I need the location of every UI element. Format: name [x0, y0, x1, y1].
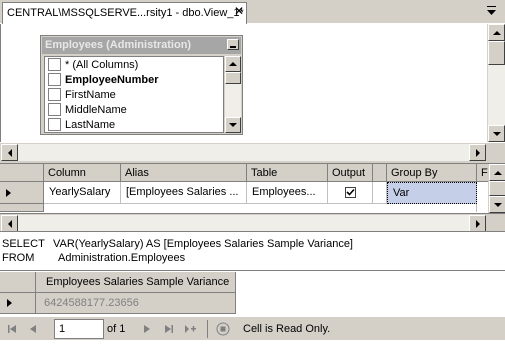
table-column-item[interactable]: LastName	[45, 117, 223, 132]
pane-divider	[0, 270, 505, 271]
minimize-table-button[interactable]	[227, 39, 239, 50]
column-header-output[interactable]: Output	[328, 164, 373, 182]
scroll-right-button[interactable]	[469, 215, 486, 232]
column-header-table[interactable]: Table	[247, 164, 328, 182]
arrow-left-icon	[7, 148, 12, 157]
column-label: FirstName	[65, 88, 116, 101]
results-corner	[0, 272, 36, 293]
scroll-right-button[interactable]	[469, 144, 486, 161]
scroll-thumb[interactable]	[225, 72, 241, 84]
column-list: * (All Columns) EmployeeNumber FirstName Mi…	[45, 57, 223, 132]
last-record-icon[interactable]	[163, 323, 175, 335]
sql-pane[interactable]: SELECT VAR(YearlySalary) AS [Employees S…	[0, 231, 505, 269]
cell-table[interactable]: Employees...	[247, 182, 328, 204]
column-checkbox[interactable]	[48, 73, 61, 86]
scroll-left-button[interactable]	[1, 215, 18, 232]
arrow-down-icon	[493, 202, 502, 207]
row-header-corner	[0, 164, 44, 182]
sql-select-clause: VAR(YearlySalary) AS [Employees Salaries…	[53, 238, 353, 250]
arrow-up-icon	[229, 62, 237, 66]
column-header-column[interactable]: Column	[44, 164, 121, 182]
output-checkbox[interactable]	[345, 187, 356, 198]
tab-dropdown-icon[interactable]	[487, 6, 497, 16]
arrow-right-icon	[475, 148, 480, 157]
separator	[207, 320, 208, 338]
new-record-icon[interactable]	[184, 323, 196, 335]
record-navigator: 1 of 1 Cell is Read Only.	[0, 316, 505, 340]
column-header-sort[interactable]	[373, 164, 387, 182]
column-label: * (All Columns)	[65, 58, 139, 71]
table-box-title[interactable]: Employees (Administration)	[42, 37, 241, 54]
column-checkbox[interactable]	[48, 58, 61, 71]
scroll-corner	[487, 144, 504, 161]
criteria-grid[interactable]: Column Alias Table Output Group By F Yea…	[0, 163, 505, 232]
table-column-list: * (All Columns) EmployeeNumber FirstName Mi…	[44, 56, 224, 133]
status-message: Cell is Read Only.	[243, 323, 331, 335]
arrow-up-icon	[492, 30, 501, 35]
document-tab[interactable]: CENTRAL\MSSQLSERVE...rsity1 - dbo.View_1…	[2, 2, 247, 24]
cell-group-by[interactable]: Var	[387, 182, 477, 204]
results-row-selector[interactable]	[0, 293, 36, 314]
document-tab-bar: CENTRAL\MSSQLSERVE...rsity1 - dbo.View_1…	[0, 0, 505, 24]
scroll-thumb[interactable]	[489, 181, 505, 196]
page-number-input[interactable]: 1	[54, 319, 104, 339]
scroll-up-button[interactable]	[489, 164, 505, 181]
sql-select-keyword: SELECT	[2, 238, 45, 250]
previous-record-icon[interactable]	[27, 323, 39, 335]
first-record-icon[interactable]	[6, 323, 18, 335]
scroll-track[interactable]	[18, 144, 469, 161]
results-cell-value[interactable]: 6424588177.23656	[36, 293, 236, 314]
next-record-icon[interactable]	[141, 323, 153, 335]
empty-row[interactable]	[44, 204, 477, 212]
cell-column[interactable]: YearlySalary	[44, 182, 121, 204]
scroll-down-button[interactable]	[488, 125, 505, 142]
grid-vertical-scrollbar[interactable]	[488, 164, 505, 213]
arrow-left-icon	[7, 219, 12, 228]
column-checkbox[interactable]	[48, 88, 61, 101]
scroll-up-button[interactable]	[488, 24, 505, 41]
results-column-header[interactable]: Employees Salaries Sample Variance	[36, 272, 236, 293]
scroll-down-button[interactable]	[225, 117, 241, 133]
sql-from-clause: Administration.Employees	[58, 252, 186, 264]
row-selector[interactable]	[0, 182, 44, 204]
table-box-scrollbar[interactable]	[225, 56, 241, 133]
arrow-right-icon	[475, 219, 480, 228]
arrow-up-icon	[493, 170, 502, 175]
diagram-vertical-scrollbar[interactable]	[487, 24, 505, 142]
current-row-icon	[7, 299, 12, 307]
table-column-item[interactable]: MiddleName	[45, 102, 223, 117]
column-header-group-by[interactable]: Group By	[387, 164, 477, 182]
close-tab-icon[interactable]: ✕	[234, 5, 244, 17]
table-column-item[interactable]: EmployeeNumber	[45, 72, 223, 87]
column-label: LastName	[65, 118, 116, 131]
cell-sort[interactable]	[373, 182, 387, 204]
scroll-down-button[interactable]	[489, 196, 505, 213]
tab-title: CENTRAL\MSSQLSERVE...rsity1 - dbo.View_1…	[7, 7, 244, 19]
scroll-track[interactable]	[18, 215, 469, 232]
current-row-icon	[6, 189, 11, 197]
arrow-down-icon	[492, 131, 501, 136]
table-column-item[interactable]: FirstName	[45, 87, 223, 102]
scroll-left-button[interactable]	[1, 144, 18, 161]
scroll-thumb[interactable]	[488, 41, 505, 65]
scroll-up-button[interactable]	[225, 56, 241, 72]
arrow-down-icon	[229, 123, 237, 127]
sql-from-keyword: FROM	[2, 252, 35, 264]
cell-output[interactable]	[328, 182, 373, 204]
column-header-alias[interactable]: Alias	[121, 164, 247, 182]
stop-icon[interactable]	[216, 322, 230, 336]
page-count-label: of 1	[107, 323, 126, 335]
table-box-employees[interactable]: Employees (Administration) * (All Column…	[40, 35, 243, 135]
column-checkbox[interactable]	[48, 103, 61, 116]
diagram-horizontal-scrollbar[interactable]	[0, 142, 505, 163]
grid-horizontal-scrollbar[interactable]	[0, 213, 505, 232]
check-icon	[346, 188, 355, 196]
cell-alias[interactable]: [Employees Salaries ...	[121, 182, 247, 204]
column-label: EmployeeNumber	[65, 73, 159, 86]
table-column-item[interactable]: * (All Columns)	[45, 57, 223, 72]
row-selector-empty[interactable]	[0, 204, 44, 212]
column-checkbox[interactable]	[48, 118, 61, 131]
column-label: MiddleName	[65, 103, 127, 116]
